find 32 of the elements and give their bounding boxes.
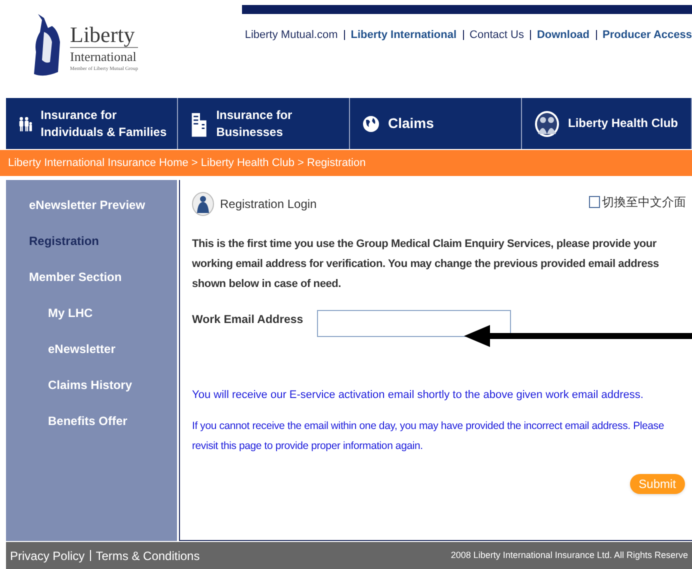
sidebar-item[interactable]: eNewsletter Preview — [6, 187, 177, 223]
nav-tab[interactable]: Liberty Health Club — [522, 98, 692, 149]
globe-icon — [362, 114, 380, 132]
nav-tab[interactable]: Insurance for Businesses — [178, 98, 350, 149]
sidebar-item[interactable]: eNewsletter — [6, 331, 177, 367]
sidebar-item[interactable]: Claims History — [6, 367, 177, 403]
top-link[interactable]: Liberty International — [350, 27, 457, 44]
person-icon — [192, 192, 214, 216]
sidebar-item[interactable]: Registration — [6, 223, 177, 259]
top-link[interactable]: Download — [536, 27, 590, 44]
footer-link[interactable]: Terms & Conditions — [96, 546, 200, 564]
sidebar-item[interactable]: Benefits Offer — [6, 403, 177, 439]
nav-tab[interactable]: Claims — [350, 98, 522, 149]
section-title: Registration Login — [220, 196, 317, 213]
intro-text: This is the first time you use the Group Medical Claim Enquiry Services, please provide your working email address for verification. You may change the previous provided email address shown below in case of need. — [192, 237, 660, 292]
people-icon — [534, 110, 560, 138]
top-link[interactable]: Contact Us — [470, 27, 524, 44]
revisit-note: If you cannot receive the email within one day, you may have provided the incorrect email address. Please revisit this page to provide proper information again. — [192, 419, 665, 454]
footer-link[interactable]: Privacy Policy — [10, 546, 85, 564]
top-link[interactable]: Producer Access — [602, 27, 692, 44]
email-label: Work Email Address — [192, 313, 304, 328]
top-link[interactable]: Liberty Mutual.com — [244, 27, 338, 44]
logo-subtitle: International — [70, 48, 138, 66]
nav-tab[interactable]: Insurance for Individuals & Families — [6, 98, 178, 149]
sidebar-item[interactable]: My LHC — [6, 295, 177, 331]
language-label: 切換至中文介面 — [602, 194, 686, 211]
sidebar-item[interactable]: Member Section — [6, 259, 177, 295]
activation-note: You will receive our E-service activation email shortly to the above given work email address. — [192, 388, 644, 403]
language-checkbox[interactable] — [589, 196, 600, 208]
breadcrumb: Liberty International Insurance Home > Liberty Health Club > Registration — [0, 150, 692, 176]
copyright: 2008 Liberty International Insurance Ltd. All Rights Reserve — [450, 548, 688, 562]
logo-name: Liberty — [70, 24, 138, 48]
